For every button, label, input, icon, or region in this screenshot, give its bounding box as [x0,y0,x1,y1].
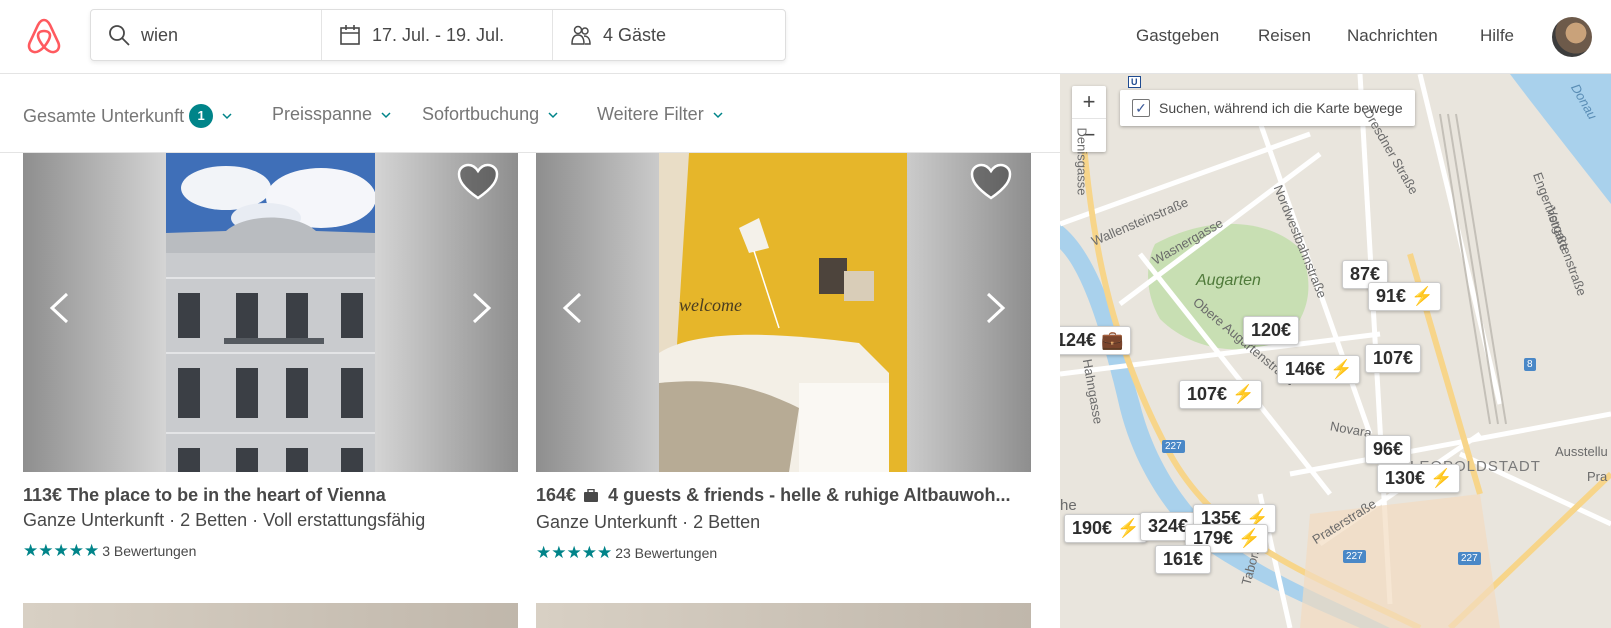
map-label-augarten: Augarten [1196,272,1261,289]
listing-card[interactable]: 113€ The place to be in the heart of Vie… [23,153,518,560]
route-badge: 227 [1343,550,1366,563]
map-price-pin[interactable]: 107€ [1365,344,1422,373]
map-price-pin[interactable]: 120€ [1243,316,1300,345]
map-price-pin[interactable]: 130€ ⚡ [1377,464,1461,493]
filter-count-badge: 1 [189,104,214,128]
next-listing-photo[interactable] [536,603,1031,628]
top-header: wien 17. Jul. - 19. Jul. 4 Gäste Gastgeb… [0,0,1611,74]
map-label-place: Ausstellu [1555,444,1608,459]
zoom-in-button[interactable]: + [1072,86,1106,119]
next-photo-icon[interactable] [470,291,494,325]
map-background [1060,74,1611,628]
filter-instant-book[interactable]: Sofortbuchung [422,104,558,125]
listing-details: Ganze Unterkunft · 2 Betten [536,512,761,532]
location-field[interactable]: wien [91,10,322,60]
filter-more-label: Weitere Filter [597,104,704,124]
heart-icon[interactable] [970,163,1012,201]
nav-host[interactable]: Gastgeben [1136,26,1219,46]
filter-entire-place-label: Gesamte Unterkunft [23,105,185,126]
filter-price-label: Preisspanne [272,104,373,124]
ubahn-station-icon: U [1128,76,1141,88]
filter-more[interactable]: Weitere Filter [597,104,723,125]
guests-value: 4 Gäste [603,24,667,45]
chevron-down-icon [548,111,558,118]
heart-icon[interactable] [457,163,499,201]
map-price-pin[interactable]: 91€ ⚡ [1368,282,1442,311]
guests-field[interactable]: 4 Gäste [553,10,785,60]
listing-rating: ★★★★★ 3 Bewertungen [23,541,196,561]
prev-photo-icon[interactable] [47,291,71,325]
next-photo-icon[interactable] [984,291,1008,325]
map-price-pin[interactable]: 107€ ⚡ [1179,380,1263,409]
dates-field[interactable]: 17. Jul. - 19. Jul. [322,10,553,60]
listing-name: The place to be in the heart of Vienna [67,485,386,505]
route-badge: 227 [1162,440,1185,453]
map[interactable]: + − ✓ Suchen, während ich die Karte bewe… [1060,74,1611,628]
checkbox-icon[interactable]: ✓ [1132,99,1150,117]
listing-photo[interactable]: welcome [536,153,1031,472]
next-listing-photo[interactable] [23,603,518,628]
calendar-icon [340,25,360,45]
filter-bar: Gesamte Unterkunft 1 Preisspanne Sofortb… [0,74,1060,153]
chevron-down-icon [713,111,723,118]
nav-help[interactable]: Hilfe [1480,26,1514,46]
filter-entire-place[interactable]: Gesamte Unterkunft 1 [23,104,232,128]
listing-rating: ★★★★★ 23 Bewertungen [536,543,717,563]
map-label-street: Denisgasse [1074,127,1090,196]
listing-card[interactable]: welcome 164€ 4 guests & friends - helle … [536,153,1031,562]
rating-stars-icon: ★★★★★ [536,543,613,562]
listing-title[interactable]: 113€ The place to be in the heart of Vie… [23,485,386,506]
map-price-pin[interactable]: 124€ 💼 [1060,326,1132,355]
listing-title[interactable]: 164€ 4 guests & friends - helle & ruhige… [536,485,1010,506]
map-label-place: he [1060,497,1077,514]
prev-photo-icon[interactable] [560,291,584,325]
listing-details: Ganze Unterkunft · 2 Betten · Voll ersta… [23,510,426,530]
location-value: wien [141,24,179,45]
listing-price: 164€ [536,485,577,505]
dates-value: 17. Jul. - 19. Jul. [372,24,505,45]
avatar[interactable] [1552,17,1592,57]
search-bar[interactable]: wien 17. Jul. - 19. Jul. 4 Gäste [90,9,786,61]
svg-text:welcome: welcome [679,295,742,315]
search-icon [109,25,130,46]
review-count: 23 Bewertungen [615,545,718,561]
listing-photo[interactable] [23,153,518,472]
map-price-pin[interactable]: 96€ [1365,435,1412,464]
building-photo [166,153,375,472]
listing-name: 4 guests & friends - helle & ruhige Altb… [608,485,1011,505]
business-travel-icon [584,488,599,502]
map-label-place: Pra [1587,469,1608,484]
map-price-pin[interactable]: 190€ ⚡ [1064,514,1148,543]
map-price-pin[interactable]: 146€ ⚡ [1277,355,1361,384]
chevron-down-icon [381,111,391,118]
chevron-down-icon [222,113,232,120]
filter-price[interactable]: Preisspanne [272,104,391,125]
rating-stars-icon: ★★★★★ [23,541,100,560]
listing-price: 113€ [23,485,63,505]
guests-icon [571,25,591,45]
route-badge: 8 [1524,358,1536,371]
review-count: 3 Bewertungen [102,543,197,559]
nav-trips[interactable]: Reisen [1258,26,1311,46]
map-price-pin[interactable]: 161€ [1155,545,1212,574]
route-badge: 227 [1458,552,1481,565]
bedroom-photo: welcome [659,153,907,472]
airbnb-logo-icon[interactable] [26,16,62,56]
nav-messages[interactable]: Nachrichten [1347,26,1438,46]
filter-instant-book-label: Sofortbuchung [422,104,540,124]
